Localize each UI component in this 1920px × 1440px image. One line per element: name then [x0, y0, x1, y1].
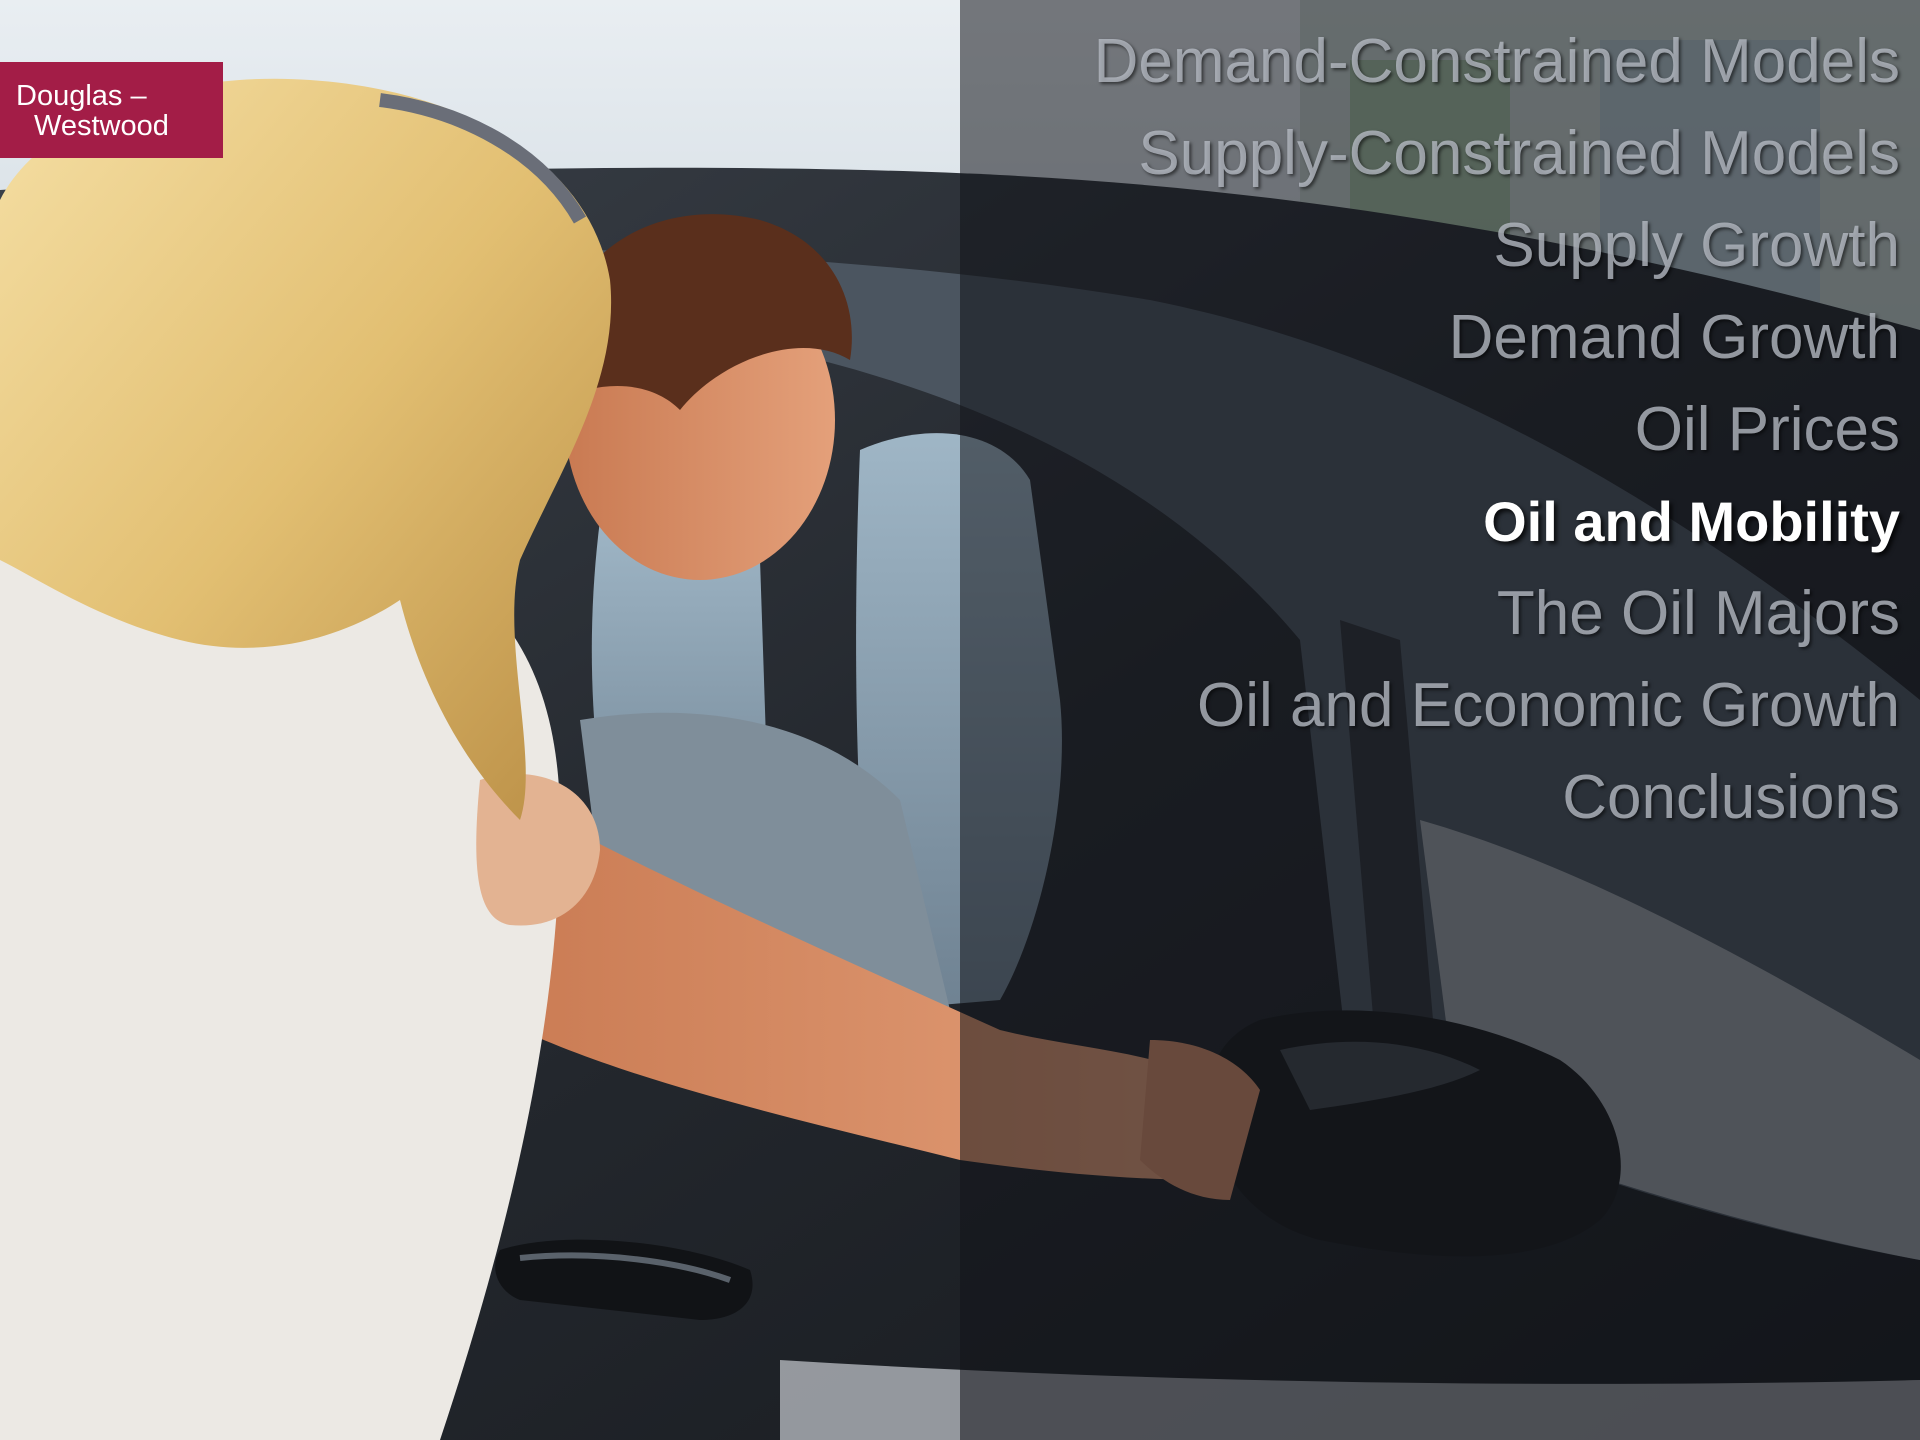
- agenda-item-oil-prices[interactable]: Oil Prices: [900, 384, 1900, 476]
- agenda-item-oil-and-mobility[interactable]: Oil and Mobility: [900, 476, 1900, 568]
- agenda-item-conclusions[interactable]: Conclusions: [900, 752, 1900, 844]
- agenda-item-supply-growth[interactable]: Supply Growth: [900, 200, 1900, 292]
- logo-line-2: Westwood: [34, 110, 169, 142]
- slide: Douglas – Westwood Demand-Constrained Mo…: [0, 0, 1920, 1440]
- logo-line-1: Douglas –: [16, 80, 147, 112]
- agenda-item-demand-growth[interactable]: Demand Growth: [900, 292, 1900, 384]
- agenda-item-oil-and-economic-growth[interactable]: Oil and Economic Growth: [900, 660, 1900, 752]
- agenda-item-demand-constrained-models[interactable]: Demand-Constrained Models: [900, 16, 1900, 108]
- agenda-item-supply-constrained-models[interactable]: Supply-Constrained Models: [900, 108, 1900, 200]
- agenda-item-the-oil-majors[interactable]: The Oil Majors: [900, 568, 1900, 660]
- agenda-menu: Demand-Constrained Models Supply-Constra…: [900, 16, 1900, 844]
- douglas-westwood-logo: Douglas – Westwood: [0, 62, 223, 158]
